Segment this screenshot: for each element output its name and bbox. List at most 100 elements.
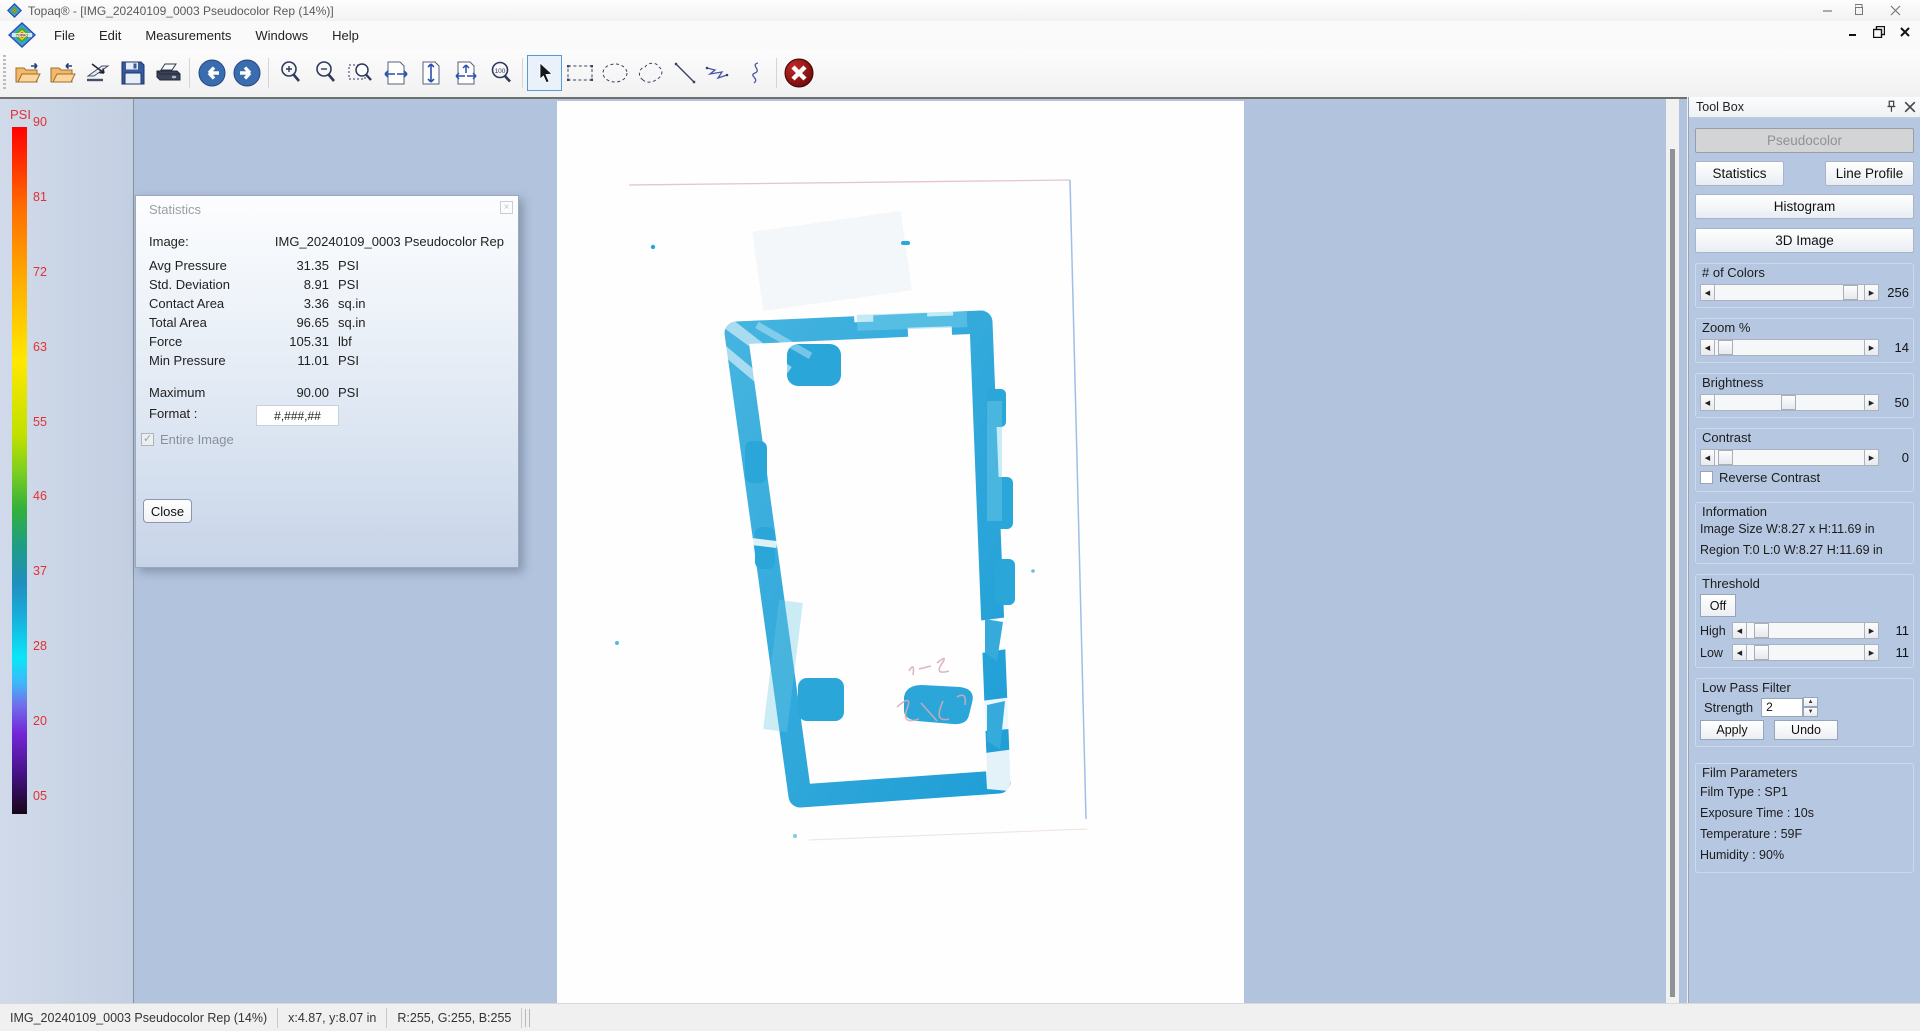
line-tool-button[interactable] [667, 55, 702, 91]
slider-track[interactable] [1715, 339, 1864, 356]
fit-height-button[interactable] [413, 55, 448, 91]
slider-thumb[interactable] [1718, 340, 1733, 355]
slider-left-arrow[interactable]: ◀ [1700, 449, 1715, 466]
select-ellipse-button[interactable] [597, 55, 632, 91]
entire-image-checkbox[interactable] [141, 433, 154, 446]
slider-left-arrow[interactable]: ◀ [1700, 339, 1715, 356]
import-button[interactable] [45, 55, 80, 91]
back-button[interactable] [194, 55, 229, 91]
delete-selection-button[interactable] [781, 55, 816, 91]
pressure-image [557, 101, 1244, 1003]
contrast-slider[interactable]: ◀ ▶ 0 [1700, 449, 1909, 466]
brightness-slider[interactable]: ◀ ▶ 50 [1700, 394, 1909, 411]
apply-button[interactable]: Apply [1700, 720, 1764, 740]
select-freeform-icon [635, 60, 665, 86]
vertical-scrollbar-thumb[interactable] [1670, 149, 1675, 997]
menu-measurements[interactable]: Measurements [133, 24, 243, 47]
mdi-close-button[interactable] [1896, 24, 1914, 40]
statistics-dialog-close-icon[interactable]: × [500, 201, 513, 214]
threshold-high-slider[interactable]: ◀ ▶ 11 [1732, 622, 1909, 639]
restore-button[interactable] [1844, 0, 1878, 20]
slider-track[interactable] [1715, 394, 1864, 411]
menu-windows[interactable]: Windows [243, 24, 320, 47]
toolbox-close-icon[interactable] [1904, 101, 1916, 113]
pseudocolor-button[interactable]: Pseudocolor [1695, 128, 1914, 153]
zoom-label: Zoom % [1700, 320, 1752, 335]
slider-left-arrow[interactable]: ◀ [1732, 644, 1747, 661]
slider-right-arrow[interactable]: ▶ [1864, 644, 1879, 661]
stat-value: 31.35 [249, 258, 329, 273]
mdi-minimize-button[interactable] [1844, 24, 1862, 40]
undo-button[interactable]: Undo [1774, 720, 1838, 740]
zoom-in-button[interactable] [273, 55, 308, 91]
mdi-close-icon [1900, 27, 1910, 37]
open-button[interactable] [10, 55, 45, 91]
slider-track[interactable] [1715, 284, 1864, 301]
mdi-restore-button[interactable] [1870, 24, 1888, 40]
slider-track[interactable] [1715, 449, 1864, 466]
status-bar: IMG_20240109_0003 Pseudocolor Rep (14%) … [0, 1003, 1920, 1031]
slider-track[interactable] [1747, 644, 1864, 661]
scan-button[interactable] [80, 55, 115, 91]
fit-width-button[interactable] [378, 55, 413, 91]
forward-button[interactable] [229, 55, 264, 91]
curve-tool-button[interactable] [737, 55, 772, 91]
polyline-tool-button[interactable] [702, 55, 737, 91]
slider-right-arrow[interactable]: ▶ [1864, 449, 1879, 466]
slider-right-arrow[interactable]: ▶ [1864, 394, 1879, 411]
vertical-scrollbar[interactable] [1666, 99, 1679, 1003]
zoom-actual-button[interactable]: 100 [483, 55, 518, 91]
zoom-slider[interactable]: ◀ ▶ 14 [1700, 339, 1909, 356]
slider-left-arrow[interactable]: ◀ [1700, 394, 1715, 411]
line-profile-button[interactable]: Line Profile [1825, 161, 1914, 186]
menu-edit[interactable]: Edit [87, 24, 133, 47]
save-button[interactable] [115, 55, 150, 91]
psi-tick: 90 [33, 115, 63, 129]
threshold-off-button[interactable]: Off [1700, 594, 1736, 617]
slider-right-arrow[interactable]: ▶ [1864, 622, 1879, 639]
strength-spin-down-icon[interactable]: ▼ [1803, 707, 1818, 717]
slider-left-arrow[interactable]: ◀ [1732, 622, 1747, 639]
menu-help[interactable]: Help [320, 24, 371, 47]
strength-spin-up-icon[interactable]: ▲ [1803, 697, 1818, 707]
fit-page-button[interactable] [448, 55, 483, 91]
slider-right-arrow[interactable]: ▶ [1864, 284, 1879, 301]
statistics-button[interactable]: Statistics [1695, 161, 1784, 186]
select-rectangle-button[interactable] [562, 55, 597, 91]
contrast-value: 0 [1883, 450, 1909, 465]
select-freeform-button[interactable] [632, 55, 667, 91]
slider-thumb[interactable] [1843, 285, 1858, 300]
pin-icon[interactable] [1884, 99, 1898, 114]
slider-left-arrow[interactable]: ◀ [1700, 284, 1715, 301]
reverse-contrast-checkbox[interactable] [1700, 471, 1713, 484]
statistics-dialog-title[interactable]: Statistics [149, 202, 201, 217]
scanned-page[interactable] [557, 101, 1244, 1003]
colors-slider[interactable]: ◀ ▶ 256 [1700, 284, 1909, 301]
menu-file[interactable]: File [42, 24, 87, 47]
slider-thumb[interactable] [1781, 395, 1796, 410]
close-button[interactable] [1878, 0, 1912, 20]
print-button[interactable] [150, 55, 185, 91]
histogram-button[interactable]: Histogram [1695, 194, 1914, 219]
minimize-button[interactable] [1810, 0, 1844, 20]
slider-track[interactable] [1747, 622, 1864, 639]
strength-input[interactable] [1761, 698, 1803, 717]
slider-thumb[interactable] [1718, 450, 1733, 465]
three-d-image-button[interactable]: 3D Image [1695, 228, 1914, 253]
zoom-region-button[interactable] [343, 55, 378, 91]
slider-thumb[interactable] [1754, 645, 1769, 660]
format-input[interactable] [256, 405, 339, 426]
topaq-logo-icon: TOPAQ [8, 22, 36, 48]
threshold-group: Threshold Off High ◀ ▶ 11 Low ◀ [1695, 574, 1914, 668]
pointer-tool-button[interactable] [527, 55, 562, 91]
zoom-out-button[interactable] [308, 55, 343, 91]
colors-label: # of Colors [1700, 265, 1767, 280]
slider-thumb[interactable] [1754, 623, 1769, 638]
slider-right-arrow[interactable]: ▶ [1864, 339, 1879, 356]
toolbar-grip[interactable] [3, 55, 6, 91]
statistics-close-button[interactable]: Close [143, 499, 192, 523]
strength-spinbox[interactable]: ▲ ▼ [1761, 697, 1818, 717]
zoom-region-icon [347, 60, 375, 86]
stat-label: Contact Area [149, 296, 224, 311]
threshold-low-slider[interactable]: ◀ ▶ 11 [1732, 644, 1909, 661]
